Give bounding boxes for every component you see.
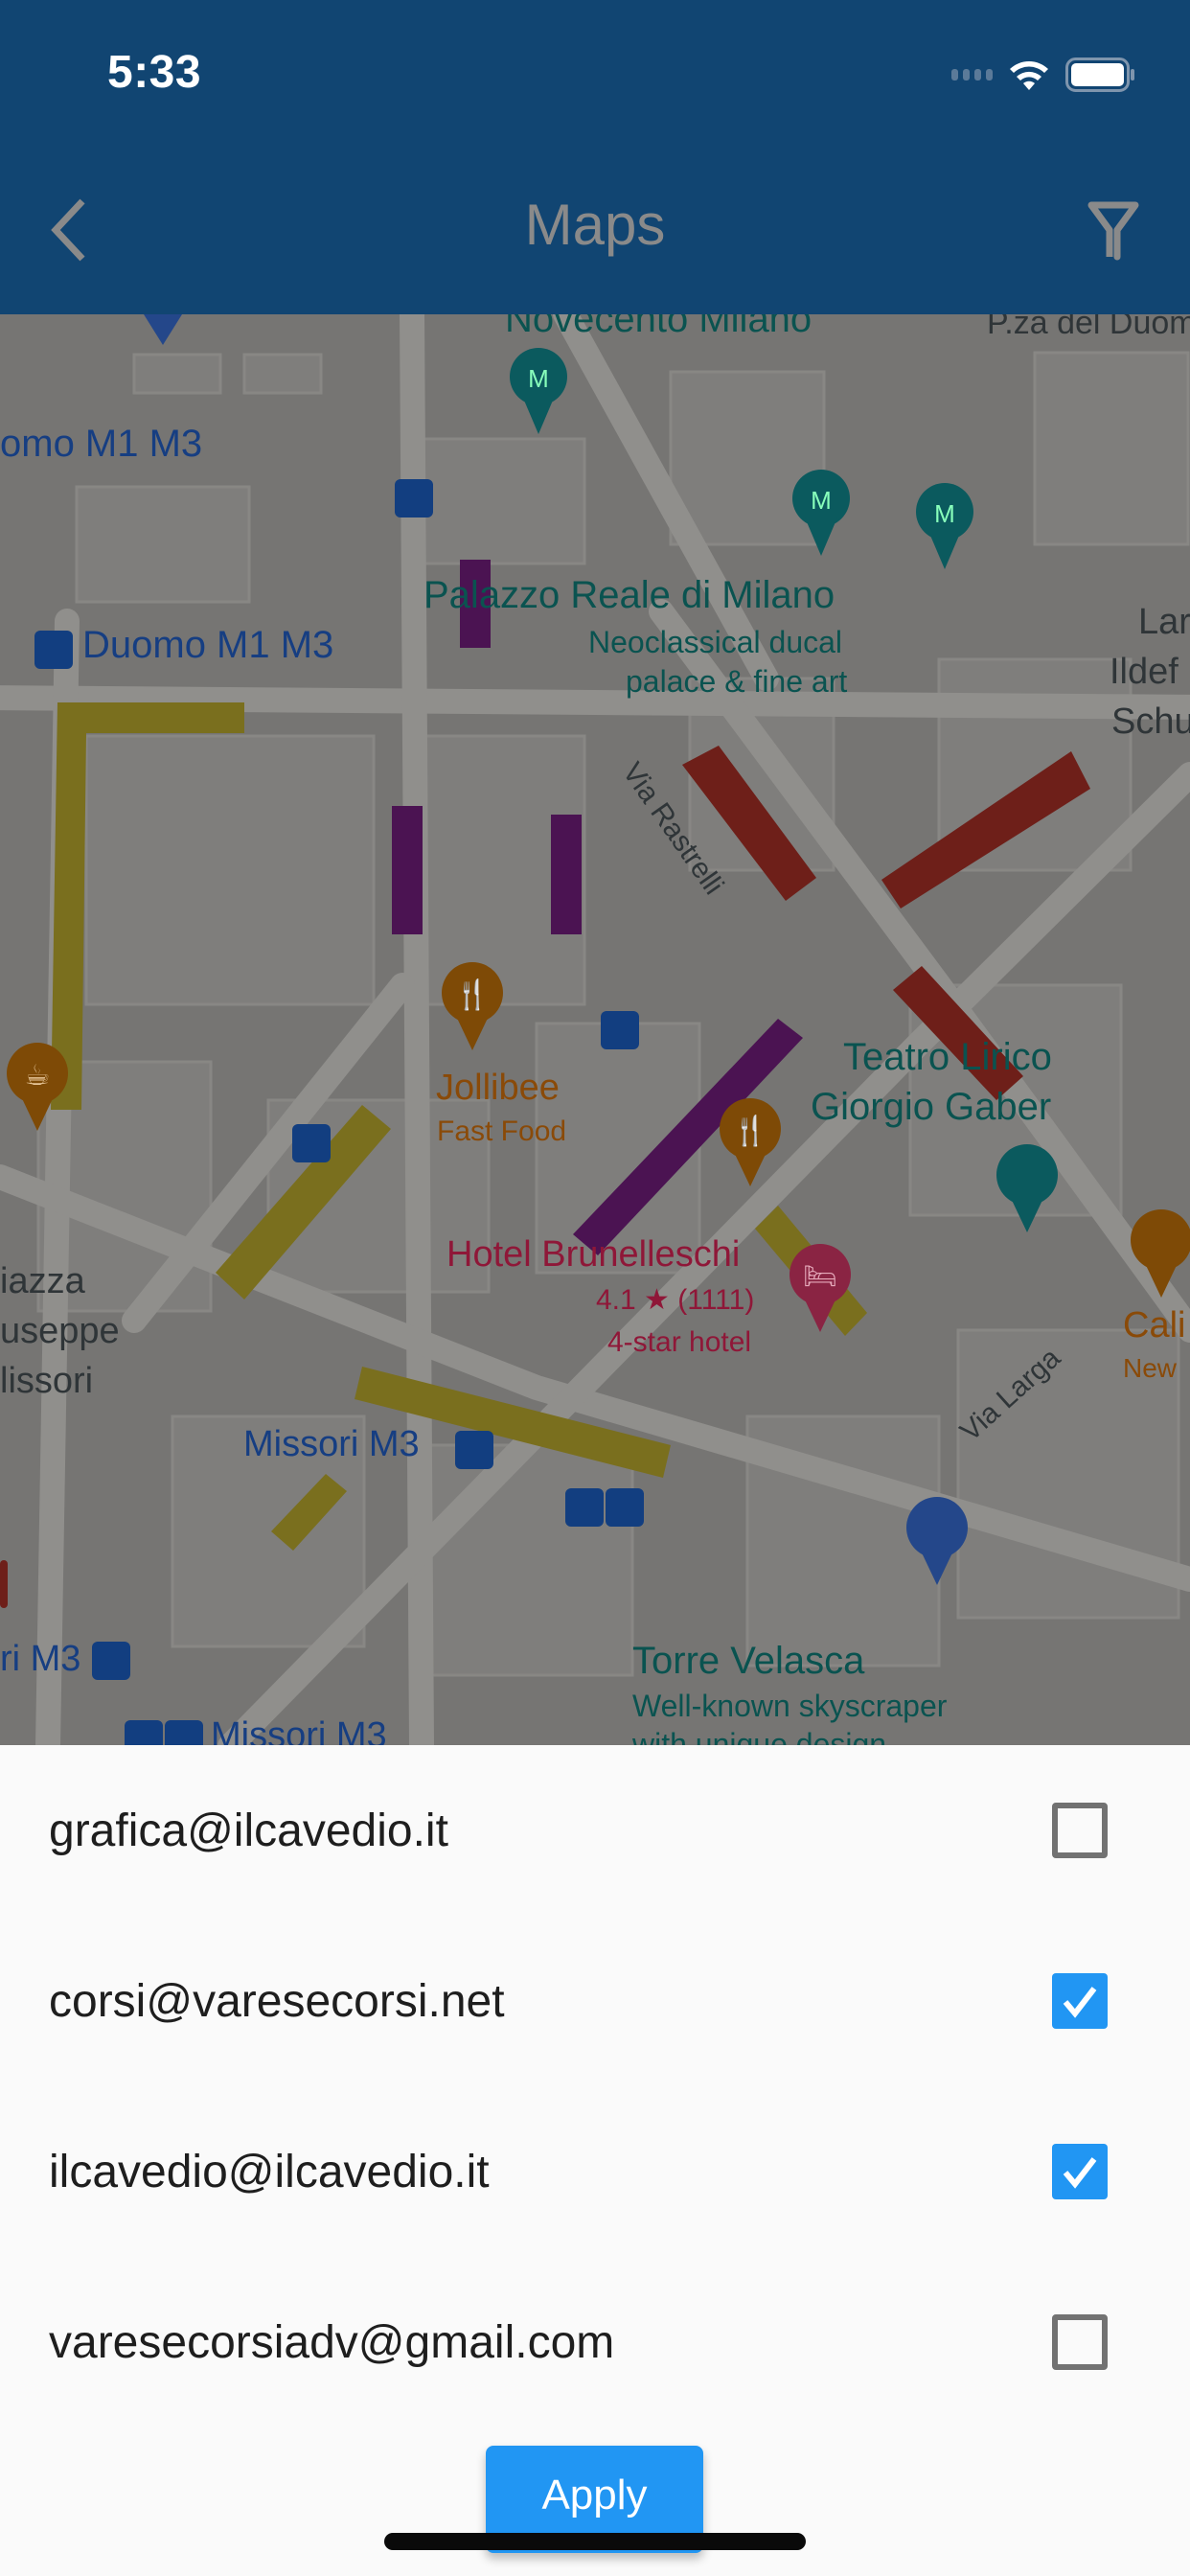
map-label-missori-left: ri M3 xyxy=(0,1639,81,1679)
map-label-duomo: Duomo M1 M3 xyxy=(82,624,334,666)
filter-row[interactable]: ilcavedio@ilcavedio.it xyxy=(0,2086,1190,2257)
map-label-missori[interactable]: Missori M3 xyxy=(243,1424,420,1466)
svg-text:🍴: 🍴 xyxy=(732,1114,767,1148)
map-label-hotel-desc: 4-star hotel xyxy=(607,1326,752,1358)
museum-pin-icon[interactable]: M xyxy=(792,470,850,556)
checkmark-icon xyxy=(1063,2157,1097,2189)
filter-button[interactable] xyxy=(1087,199,1140,266)
map-label-teatro[interactable]: Giorgio Gaber xyxy=(811,1085,1051,1129)
restaurant-pin-icon[interactable]: 🍴 xyxy=(720,1098,781,1186)
battery-icon xyxy=(1065,58,1136,92)
map-label-torre-desc: Well-known skyscraper xyxy=(632,1689,948,1723)
filter-row-email: corsi@varesecorsi.net xyxy=(49,1975,505,2027)
filter-row[interactable]: corsi@varesecorsi.net xyxy=(0,1916,1190,2086)
wifi-icon xyxy=(1008,58,1050,92)
hotel-pin-icon[interactable]: 🛏 xyxy=(790,1244,851,1332)
map-label-cali[interactable]: Cali xyxy=(1123,1305,1185,1347)
metro-stop-icon xyxy=(34,631,73,669)
map-label-landmark: Ildef xyxy=(1110,652,1179,692)
cellular-signal-icon xyxy=(951,69,993,80)
map-pins: M M M 🍴 🍴 ☕ 🛏 xyxy=(7,314,1190,1746)
map-label-novecento: Novecento Milano xyxy=(505,314,812,340)
map-label-piazza: useppe xyxy=(0,1311,120,1351)
map-label-hotel[interactable]: Hotel Brunelleschi xyxy=(446,1234,740,1276)
theater-pin-icon[interactable] xyxy=(996,1144,1058,1232)
page-title: Maps xyxy=(524,193,666,257)
restaurant-pin-icon[interactable] xyxy=(1131,1209,1190,1298)
map-label-jollibee-desc: Fast Food xyxy=(437,1116,567,1147)
metro-stop-icon xyxy=(92,1642,130,1680)
filter-checkbox[interactable] xyxy=(1052,2144,1108,2199)
svg-text:🍴: 🍴 xyxy=(454,978,490,1012)
location-pin-icon[interactable] xyxy=(144,314,182,345)
metro-stop-icon xyxy=(125,1720,163,1746)
map-label-palazzo-desc: Neoclassical ducal xyxy=(588,625,843,659)
svg-text:M: M xyxy=(934,499,955,528)
filter-checkbox[interactable] xyxy=(1052,2314,1108,2370)
map-label-teatro[interactable]: Teatro Lirico xyxy=(843,1035,1052,1079)
map-label-piazza: lissori xyxy=(0,1361,94,1401)
svg-text:☕: ☕ xyxy=(25,1059,51,1092)
filter-checkbox[interactable] xyxy=(1052,1973,1108,2029)
bus-stop-icon xyxy=(292,1124,331,1162)
svg-text:M: M xyxy=(811,486,832,515)
map-label-torre[interactable]: Torre Velasca xyxy=(632,1639,864,1683)
map-label-palazzo-desc: palace & fine art xyxy=(626,664,848,699)
restaurant-pin-icon[interactable]: 🍴 xyxy=(442,962,503,1050)
app-header: 5:33 Maps xyxy=(0,0,1190,314)
map-view[interactable]: M M M 🍴 🍴 ☕ 🛏 Novecento Milano P.za del … xyxy=(0,314,1190,1746)
museum-pin-icon[interactable]: M xyxy=(484,348,567,447)
metro-stop-icon xyxy=(455,1431,493,1469)
status-time: 5:33 xyxy=(107,47,202,98)
metro-stop-icon xyxy=(565,1488,604,1527)
map-label-palazzo-reale[interactable]: Palazzo Reale di Milano xyxy=(423,573,835,617)
filter-funnel-icon xyxy=(1087,201,1139,261)
tram-stop-icon xyxy=(395,479,433,518)
home-indicator[interactable] xyxy=(384,2533,806,2550)
status-icons xyxy=(951,56,1136,94)
bus-stop-icon xyxy=(606,1488,644,1527)
map-label-hotel-rating: 4.1 ★ (1111) xyxy=(596,1284,755,1316)
map-label-missori-bottom: Missori M3 xyxy=(211,1715,387,1746)
svg-text:M: M xyxy=(528,364,549,393)
checkmark-icon xyxy=(1063,1987,1097,2018)
filter-checkbox[interactable] xyxy=(1052,1803,1108,1858)
map-label-jollibee[interactable]: Jollibee xyxy=(436,1068,560,1110)
map-label-torre-desc: with unique design xyxy=(632,1727,887,1746)
filter-row-email: varesecorsiadv@gmail.com xyxy=(49,2316,615,2368)
shopping-pin-icon[interactable] xyxy=(906,1497,968,1585)
filter-row[interactable]: varesecorsiadv@gmail.com xyxy=(0,2257,1190,2427)
filter-row-email: grafica@ilcavedio.it xyxy=(49,1805,448,1856)
bus-stop-icon xyxy=(165,1720,203,1746)
filter-row-email: ilcavedio@ilcavedio.it xyxy=(49,2146,490,2197)
map-label-cali-desc: New xyxy=(1123,1353,1178,1383)
cafe-pin-icon[interactable]: ☕ xyxy=(7,1043,68,1131)
svg-text:🛏: 🛏 xyxy=(803,1260,837,1292)
map-label-piazza: iazza xyxy=(0,1261,85,1301)
map-label-landmark: Lar xyxy=(1138,602,1190,642)
bus-stop-icon xyxy=(601,1011,639,1049)
museum-pin-icon[interactable]: M xyxy=(916,483,973,569)
filter-sheet: grafica@ilcavedio.it corsi@varesecorsi.n… xyxy=(0,1745,1190,2576)
map-label-duomo-top: omo M1 M3 xyxy=(0,423,203,465)
map-label-pza-duomo: P.za del Duomo xyxy=(987,314,1190,341)
map-label-landmark: Schu xyxy=(1111,702,1190,742)
filter-row[interactable]: grafica@ilcavedio.it xyxy=(0,1745,1190,1916)
